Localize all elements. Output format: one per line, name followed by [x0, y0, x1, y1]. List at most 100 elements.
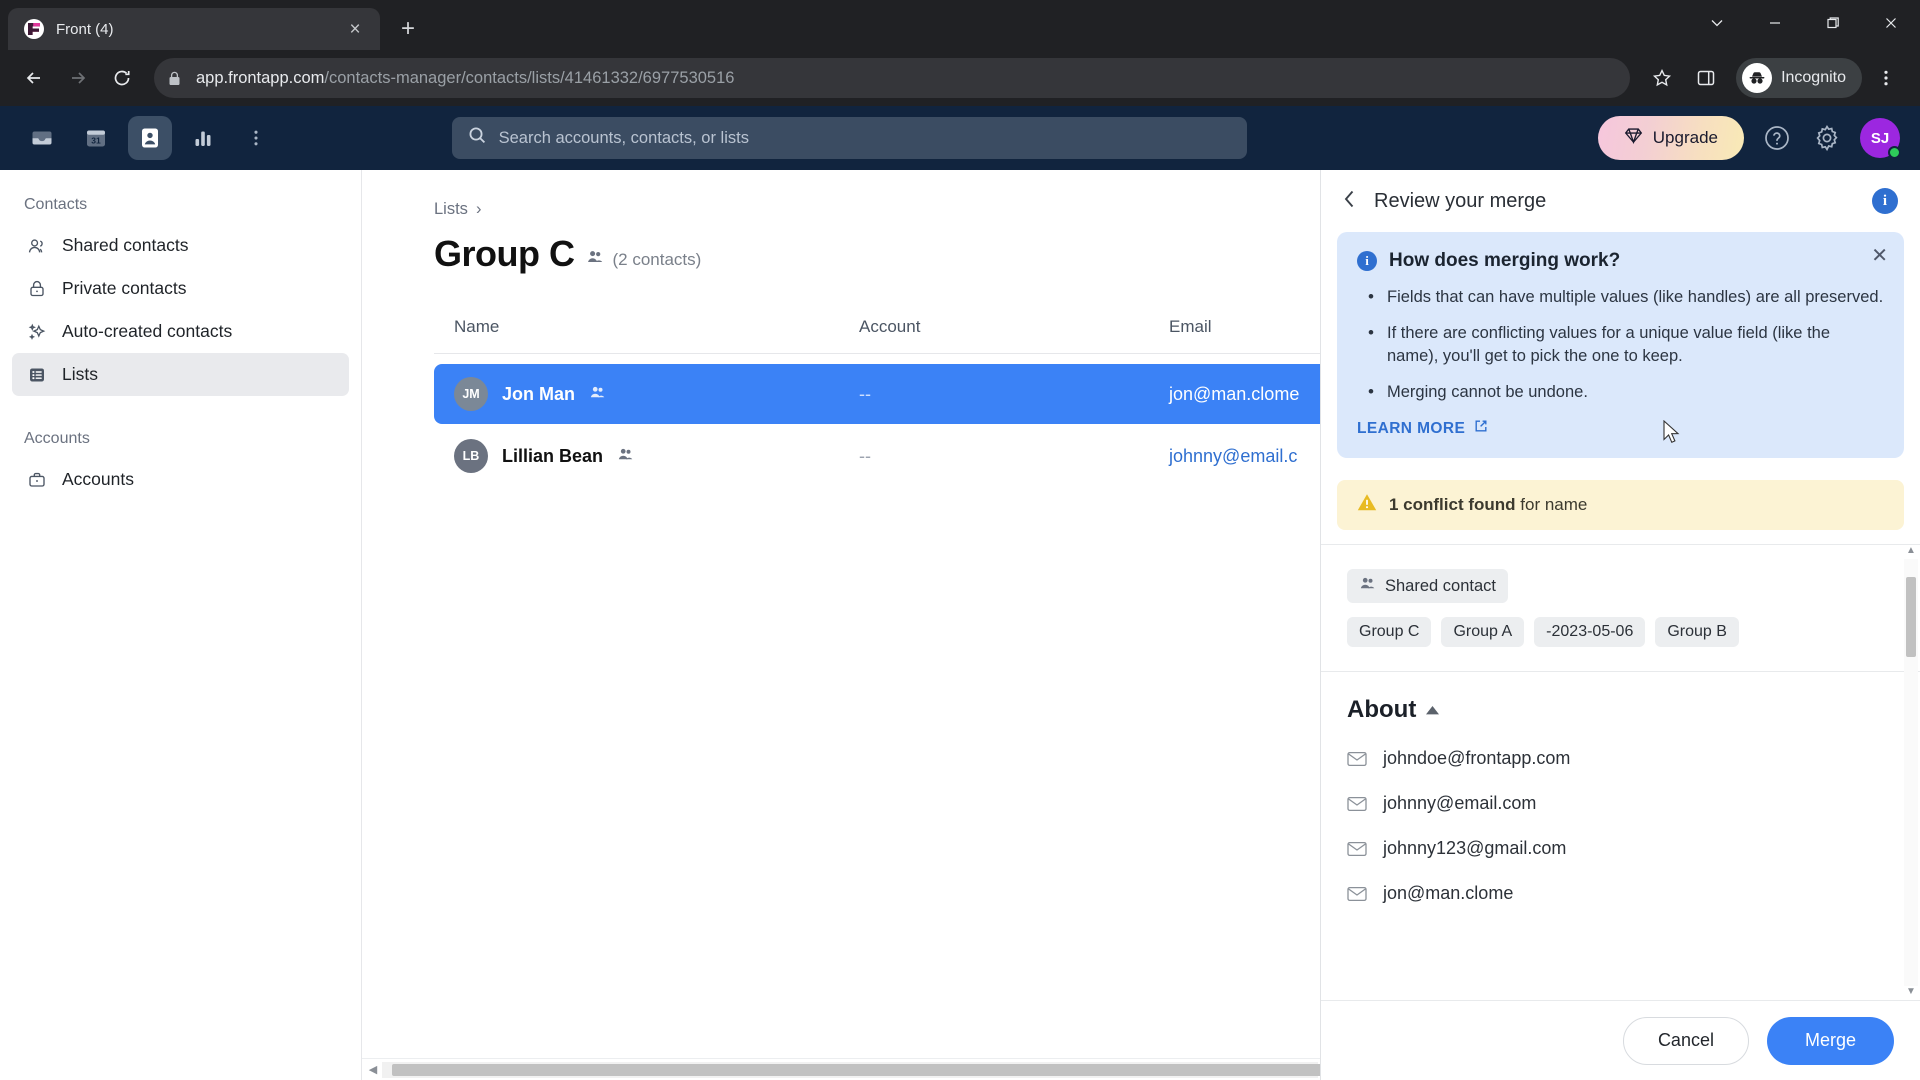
tag-chip[interactable]: Group B — [1655, 617, 1739, 648]
contacts-table: Name Account Email JM Jon Man -- jon@man… — [434, 317, 1320, 486]
about-heading: About — [1347, 696, 1417, 724]
browser-toolbar: app.frontapp.com/contacts-manager/contac… — [0, 50, 1920, 106]
sidebar-item-label: Lists — [62, 364, 98, 384]
table-row[interactable]: JM Jon Man -- jon@man.clome — [434, 364, 1320, 424]
profile-incognito-chip[interactable]: Incognito — [1736, 58, 1862, 98]
nav-contacts-icon[interactable] — [128, 116, 172, 160]
bookmark-star-icon[interactable] — [1642, 58, 1682, 98]
caret-up-icon[interactable] — [1426, 703, 1440, 718]
hscroll-track[interactable] — [382, 1061, 1552, 1078]
sidebar-divider — [12, 396, 349, 424]
close-window-icon[interactable] — [1862, 0, 1920, 46]
main-content: Lists › Group C (2 contacts) Name Accoun… — [362, 170, 1552, 1080]
list-view: Lists › Group C (2 contacts) Name Accoun… — [362, 170, 1320, 1058]
about-email-row[interactable]: johnny@email.com — [1347, 793, 1894, 814]
maximize-window-icon[interactable] — [1804, 0, 1862, 46]
sidebar-item-label: Shared contacts — [62, 235, 189, 255]
page-title-row: Group C (2 contacts) — [434, 233, 1320, 275]
horizontal-scrollbar[interactable]: ◀ — [362, 1058, 1552, 1080]
app-body: Contacts Shared contacts Private contact… — [0, 170, 1920, 1080]
diamond-icon — [1624, 126, 1643, 150]
nav-calendar-icon[interactable]: 31 — [74, 116, 118, 160]
panel-header: Review your merge i — [1321, 170, 1920, 232]
column-header-email[interactable]: Email — [1169, 317, 1320, 337]
nav-more-icon[interactable] — [236, 116, 276, 160]
tag-chip[interactable]: -2023-05-06 — [1534, 617, 1646, 648]
chrome-more-icon[interactable] — [1688, 0, 1746, 46]
new-tab-button[interactable]: + — [390, 11, 426, 47]
learn-more-link[interactable]: LEARN MORE — [1357, 419, 1488, 438]
sidebar-item-shared-contacts[interactable]: Shared contacts — [12, 224, 349, 267]
global-search-bar[interactable] — [451, 117, 1247, 159]
close-tab-icon[interactable]: × — [342, 16, 368, 42]
table-row[interactable]: LB Lillian Bean -- johnny@email.c — [434, 426, 1320, 486]
column-header-name[interactable]: Name — [434, 317, 859, 337]
row-name-cell: JM Jon Man — [434, 377, 859, 411]
row-email-cell: jon@man.clome — [1169, 384, 1320, 405]
app-header-actions: Upgrade SJ — [1597, 116, 1901, 160]
nav-analytics-icon[interactable] — [182, 116, 226, 160]
tag-chip[interactable]: Group C — [1347, 617, 1432, 648]
merge-button[interactable]: Merge — [1766, 1016, 1894, 1065]
table-header-row: Name Account Email — [434, 317, 1320, 354]
gear-icon[interactable] — [1810, 121, 1844, 155]
presence-indicator — [1888, 146, 1901, 159]
close-icon[interactable]: ✕ — [1871, 246, 1888, 266]
panel-vertical-scrollbar[interactable]: ▲ ▼ — [1904, 545, 1918, 1000]
tag-list: Group C Group A -2023-05-06 Group B — [1347, 617, 1894, 648]
row-account-cell: -- — [859, 384, 1169, 405]
scroll-left-icon[interactable]: ◀ — [364, 1063, 382, 1076]
about-email: johnny123@gmail.com — [1383, 838, 1567, 859]
chevron-left-icon[interactable] — [1343, 189, 1356, 214]
help-circle-icon[interactable] — [1760, 121, 1794, 155]
back-button-icon[interactable] — [14, 58, 54, 98]
upgrade-button[interactable]: Upgrade — [1597, 116, 1744, 160]
row-account: -- — [859, 383, 871, 404]
info-icon[interactable]: i — [1872, 188, 1898, 214]
info-bullet: Fields that can have multiple values (li… — [1361, 285, 1884, 309]
conflict-count: 1 conflict found — [1389, 495, 1516, 515]
about-email-row[interactable]: johndoe@frontapp.com — [1347, 748, 1894, 769]
lock-icon — [26, 279, 48, 299]
sidebar-item-label: Auto-created contacts — [62, 321, 233, 341]
forward-button-icon[interactable] — [58, 58, 98, 98]
vscroll-thumb[interactable] — [1906, 577, 1916, 658]
scroll-down-icon[interactable]: ▼ — [1904, 986, 1918, 1000]
user-avatar[interactable]: SJ — [1860, 118, 1901, 159]
sidebar-item-lists[interactable]: Lists — [12, 353, 349, 396]
address-bar[interactable]: app.frontapp.com/contacts-manager/contac… — [154, 58, 1631, 98]
browser-tab[interactable]: Front (4) × — [8, 8, 380, 50]
search-input[interactable] — [498, 128, 1231, 148]
search-icon — [468, 126, 487, 150]
reload-button-icon[interactable] — [102, 58, 142, 98]
envelope-icon — [1347, 841, 1367, 857]
panel-footer: Cancel Merge — [1321, 1000, 1920, 1080]
about-email-row[interactable]: jon@man.clome — [1347, 883, 1894, 904]
briefcase-icon — [26, 470, 48, 490]
tab-strip: Front (4) × + — [0, 0, 1920, 50]
info-icon: i — [1357, 251, 1377, 271]
sidebar-item-auto-created-contacts[interactable]: Auto-created contacts — [12, 310, 349, 353]
contacts-count: (2 contacts) — [612, 249, 702, 269]
about-section-header[interactable]: About — [1347, 696, 1894, 724]
kebab-menu-icon[interactable] — [1866, 58, 1906, 98]
cancel-button[interactable]: Cancel — [1622, 1016, 1749, 1065]
conflict-banner: 1 conflict found for name — [1337, 480, 1904, 531]
nav-inbox-icon[interactable] — [20, 116, 64, 160]
list-icon — [26, 365, 48, 385]
envelope-icon — [1347, 751, 1367, 767]
minimize-window-icon[interactable] — [1746, 0, 1804, 46]
sidebar-item-private-contacts[interactable]: Private contacts — [12, 267, 349, 310]
about-email-row[interactable]: johnny123@gmail.com — [1347, 838, 1894, 859]
sidebar-item-accounts[interactable]: Accounts — [12, 458, 349, 501]
side-panel-icon[interactable] — [1686, 58, 1726, 98]
tag-chip[interactable]: Group A — [1441, 617, 1525, 648]
scroll-up-icon[interactable]: ▲ — [1904, 545, 1918, 559]
column-header-account[interactable]: Account — [859, 317, 1169, 337]
breadcrumb-lists[interactable]: Lists — [434, 200, 468, 219]
info-card-header: i How does merging work? — [1357, 250, 1884, 272]
info-bullet-list: Fields that can have multiple values (li… — [1361, 285, 1884, 404]
conflict-text: 1 conflict found for name — [1389, 495, 1587, 515]
row-email[interactable]: jon@man.clome — [1169, 384, 1299, 404]
row-email[interactable]: johnny@email.c — [1169, 446, 1297, 466]
